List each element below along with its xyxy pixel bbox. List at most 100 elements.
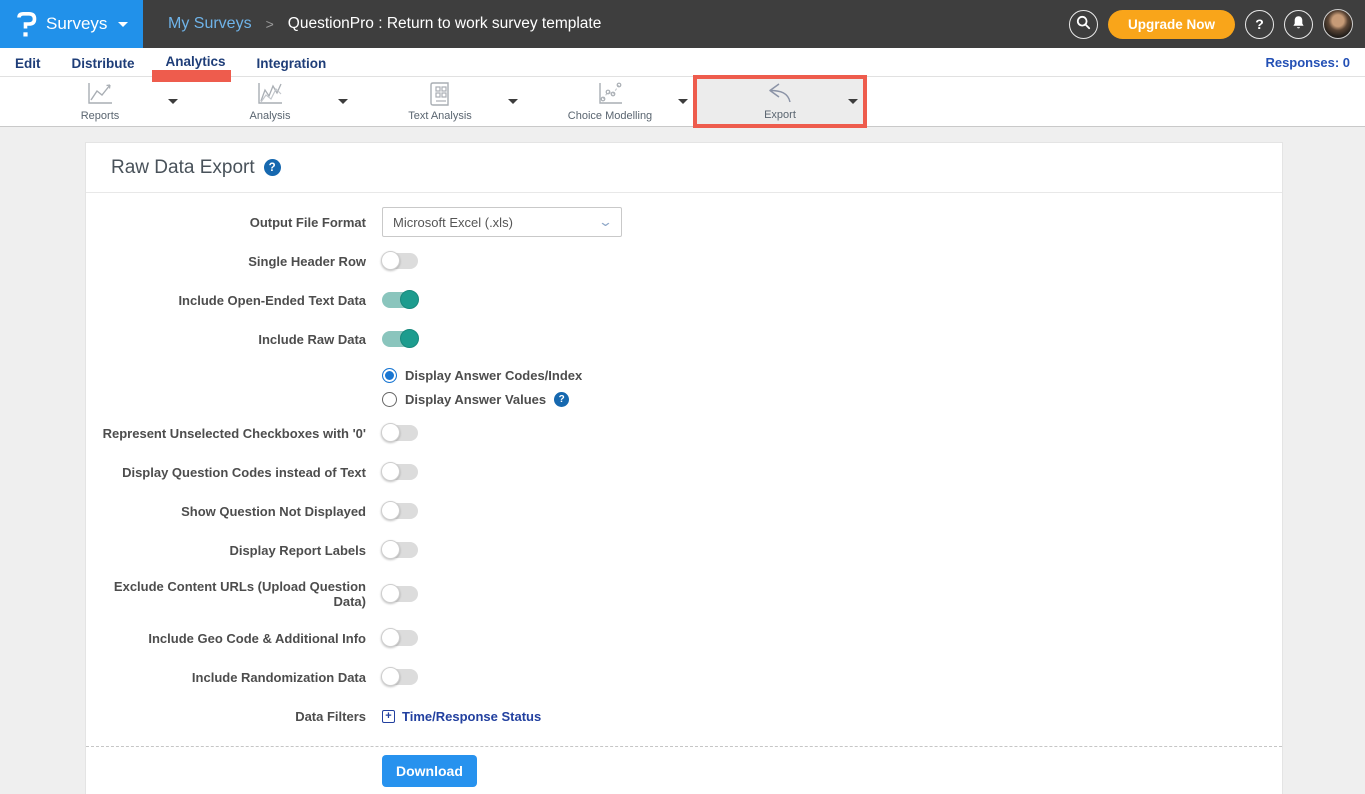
raw-data-export-panel: Raw Data Export ? Output File Format Mic… — [85, 142, 1283, 794]
toolbar-item-reports[interactable]: Reports — [15, 77, 185, 126]
geo-code-row: Include Geo Code & Additional Info — [86, 628, 1282, 648]
download-button[interactable]: Download — [382, 755, 477, 787]
question-not-displayed-row: Show Question Not Displayed — [86, 501, 1282, 521]
represent-unselected-checkboxes-toggle[interactable] — [382, 425, 418, 441]
tab-edit[interactable]: Edit — [15, 54, 41, 71]
tab-analytics[interactable]: Analytics — [166, 52, 226, 72]
panel-header: Raw Data Export ? — [86, 143, 1282, 193]
chevron-down-icon[interactable] — [508, 99, 518, 104]
radio-option-answer-codes[interactable]: Display Answer Codes/Index — [382, 368, 1282, 383]
toggle-knob — [381, 462, 400, 481]
toggle-knob — [400, 329, 419, 348]
include-raw-data-label: Include Raw Data — [86, 332, 382, 347]
toggle-knob — [381, 501, 400, 520]
toolbar-item-label: Reports — [81, 110, 120, 122]
analytics-toolbar: Reports Analysis — [0, 77, 1365, 127]
questionpro-logo-icon — [16, 11, 37, 38]
display-question-codes-toggle[interactable] — [382, 464, 418, 480]
toolbar-item-export[interactable]: Export — [695, 77, 865, 126]
output-file-format-select[interactable]: Microsoft Excel (.xls) ⌄ — [382, 207, 622, 237]
selected-format-value: Microsoft Excel (.xls) — [393, 215, 513, 230]
tab-distribute[interactable]: Distribute — [72, 54, 135, 71]
time-response-status-link[interactable]: + Time/Response Status — [382, 709, 541, 724]
help-icon[interactable]: ? — [554, 392, 569, 407]
export-options-form: Output File Format Microsoft Excel (.xls… — [86, 193, 1282, 794]
include-open-ended-label: Include Open-Ended Text Data — [86, 293, 382, 308]
breadcrumb-separator: > — [266, 16, 274, 32]
toolbar-item-text-analysis[interactable]: Text Analysis — [355, 77, 525, 126]
product-menu-label: Surveys — [46, 14, 107, 34]
question-not-displayed-label: Show Question Not Displayed — [86, 504, 382, 519]
upgrade-now-button[interactable]: Upgrade Now — [1108, 10, 1235, 39]
line-chart-icon — [85, 81, 115, 107]
radio-label: Display Answer Values — [405, 392, 546, 407]
question-codes-label: Display Question Codes instead of Text — [86, 465, 382, 480]
single-header-row-toggle[interactable] — [382, 253, 418, 269]
chevron-down-icon[interactable] — [338, 99, 348, 104]
data-filters-label: Data Filters — [86, 709, 382, 724]
chevron-down-icon[interactable] — [848, 99, 858, 104]
radio-unselected-icon[interactable] — [382, 392, 397, 407]
toolbar-item-choice-modelling[interactable]: Choice Modelling — [525, 77, 695, 126]
report-labels-label: Display Report Labels — [86, 543, 382, 558]
toggle-knob — [400, 290, 419, 309]
breadcrumb: My Surveys > QuestionPro : Return to wor… — [168, 15, 601, 33]
toggle-knob — [381, 628, 400, 647]
main-content: Raw Data Export ? Output File Format Mic… — [0, 127, 1365, 794]
geo-code-label: Include Geo Code & Additional Info — [86, 631, 382, 646]
include-open-ended-row: Include Open-Ended Text Data — [86, 290, 1282, 310]
time-response-status-label: Time/Response Status — [402, 709, 541, 724]
randomization-data-label: Include Randomization Data — [86, 670, 382, 685]
display-report-labels-toggle[interactable] — [382, 542, 418, 558]
bell-icon — [1291, 15, 1306, 34]
include-geo-code-toggle[interactable] — [382, 630, 418, 646]
report-labels-row: Display Report Labels — [86, 540, 1282, 560]
radio-label: Display Answer Codes/Index — [405, 368, 582, 383]
help-icon[interactable]: ? — [264, 159, 281, 176]
responses-count: Responses: 0 — [1265, 55, 1350, 70]
unselected-checkboxes-label: Represent Unselected Checkboxes with '0' — [86, 426, 382, 441]
include-randomization-data-toggle[interactable] — [382, 669, 418, 685]
toolbar-item-label: Choice Modelling — [568, 110, 652, 122]
output-file-format-label: Output File Format — [86, 215, 382, 230]
panel-title: Raw Data Export — [111, 157, 255, 179]
search-button[interactable] — [1069, 10, 1098, 39]
toolbar-item-label: Export — [764, 109, 796, 121]
toggle-knob — [381, 540, 400, 559]
plus-square-icon: + — [382, 710, 395, 723]
radio-selected-icon[interactable] — [382, 368, 397, 383]
output-file-format-row: Output File Format Microsoft Excel (.xls… — [86, 207, 1282, 237]
download-row: Download — [86, 747, 1282, 794]
include-raw-data-row: Include Raw Data — [86, 329, 1282, 349]
top-bar: Surveys My Surveys > QuestionPro : Retur… — [0, 0, 1365, 48]
toggle-knob — [381, 251, 400, 270]
include-raw-data-toggle[interactable] — [382, 331, 418, 347]
exclude-content-urls-label: Exclude Content URLs (Upload Question Da… — [86, 579, 382, 609]
single-header-row-row: Single Header Row — [86, 251, 1282, 271]
question-codes-row: Display Question Codes instead of Text — [86, 462, 1282, 482]
multi-line-chart-icon — [255, 81, 285, 107]
document-grid-icon — [427, 81, 453, 107]
scatter-chart-icon — [595, 81, 625, 107]
exclude-content-urls-toggle[interactable] — [382, 586, 418, 602]
toggle-knob — [381, 667, 400, 686]
show-question-not-displayed-toggle[interactable] — [382, 503, 418, 519]
toolbar-item-analysis[interactable]: Analysis — [185, 77, 355, 126]
chevron-down-icon[interactable] — [678, 99, 688, 104]
breadcrumb-my-surveys[interactable]: My Surveys — [168, 15, 252, 33]
include-open-ended-toggle[interactable] — [382, 292, 418, 308]
toggle-knob — [381, 584, 400, 603]
user-avatar[interactable] — [1323, 9, 1353, 39]
tab-integration[interactable]: Integration — [257, 54, 327, 71]
chevron-down-icon[interactable] — [168, 99, 178, 104]
notifications-button[interactable] — [1284, 10, 1313, 39]
unselected-checkboxes-row: Represent Unselected Checkboxes with '0' — [86, 423, 1282, 443]
toggle-knob — [381, 423, 400, 442]
annotation-red-underline — [152, 70, 231, 82]
help-button[interactable]: ? — [1245, 10, 1274, 39]
radio-option-answer-values[interactable]: Display Answer Values ? — [382, 392, 1282, 407]
product-menu-surveys[interactable]: Surveys — [0, 0, 143, 48]
answer-display-radio-group: Display Answer Codes/Index Display Answe… — [382, 368, 1282, 407]
chevron-down-icon — [118, 22, 128, 27]
randomization-data-row: Include Randomization Data — [86, 667, 1282, 687]
